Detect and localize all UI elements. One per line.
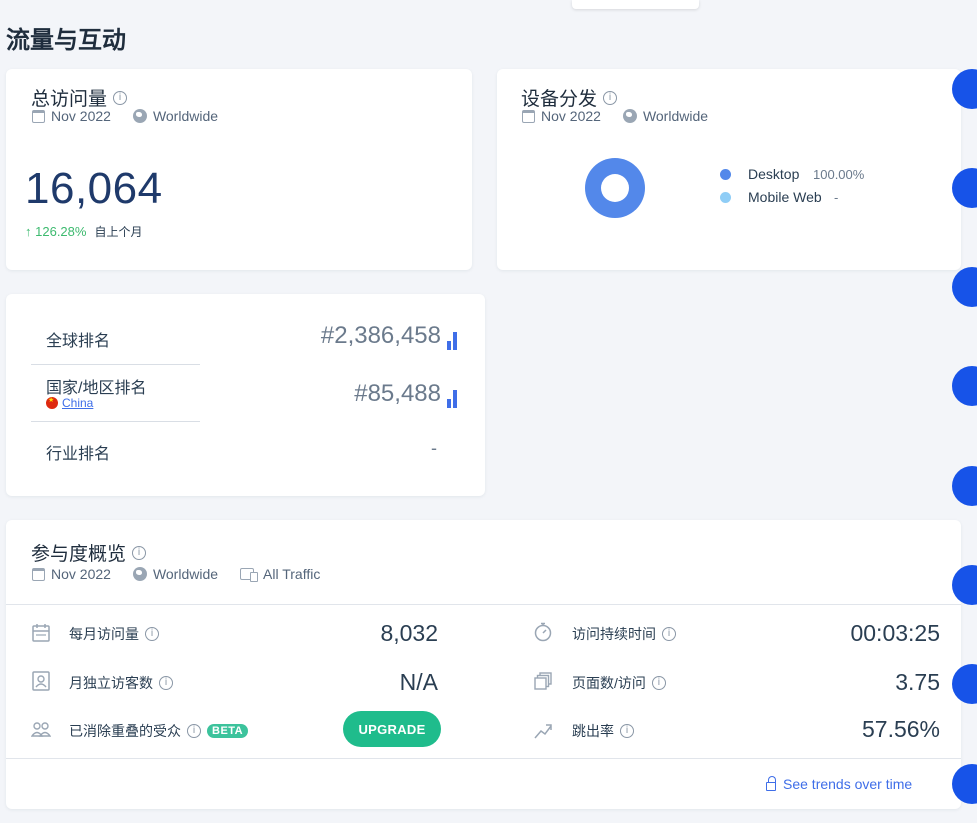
- legend-dot-desktop: [720, 168, 731, 180]
- globe-icon: [132, 567, 147, 581]
- monthly-visits-label: 每月访问量 i: [69, 624, 159, 644]
- upgrade-button[interactable]: UPGRADE: [343, 711, 441, 747]
- calendar-icon: [32, 567, 45, 581]
- side-tab[interactable]: [952, 267, 977, 307]
- industry-rank-label: 行业排名: [46, 446, 111, 463]
- dedup-audience-label: 已消除重叠的受众 i BETA: [69, 721, 249, 741]
- country-rank-number: #85,488: [354, 380, 441, 407]
- date-range: Nov 2022: [51, 566, 111, 582]
- monthly-visits-text: 每月访问量: [69, 626, 139, 642]
- region: Worldwide: [152, 108, 219, 124]
- side-tab[interactable]: [952, 366, 977, 406]
- visit-duration-text: 访问持续时间: [572, 626, 656, 642]
- legend-label: Mobile Web: [748, 189, 822, 205]
- beta-badge: BETA: [207, 724, 249, 738]
- info-icon[interactable]: i: [159, 676, 173, 690]
- dedup-audience-text: 已消除重叠的受众: [69, 723, 181, 739]
- legend-value: -: [834, 189, 839, 205]
- globe-icon: [622, 109, 637, 123]
- device-traffic-icon: [240, 568, 259, 582]
- legend-mobile: Mobile Web -: [720, 189, 838, 205]
- total-visits-title-text: 总访问量: [31, 89, 108, 110]
- info-icon[interactable]: i: [662, 627, 676, 641]
- country-rank-value: #85,488: [354, 380, 457, 408]
- bounce-rate-label: 跳出率 i: [572, 721, 634, 741]
- calendar-icon: [522, 109, 535, 123]
- rank-chart-icon[interactable]: [447, 330, 457, 350]
- monthly-visits-value: 8,032: [380, 620, 438, 646]
- global-rank-value: #2,386,458: [321, 322, 457, 350]
- industry-rank-value: -: [431, 438, 437, 458]
- region: Worldwide: [152, 566, 219, 582]
- change-percent: ↑ 126.28%: [25, 224, 87, 239]
- engagement-title: 参与度概览 i: [31, 539, 147, 566]
- legend-label: Desktop: [748, 166, 800, 182]
- globe-icon: [132, 109, 147, 123]
- total-visits-value: 16,064: [25, 164, 163, 213]
- date-range: Nov 2022: [541, 108, 601, 124]
- calendar-icon: [32, 624, 50, 642]
- info-icon[interactable]: i: [603, 90, 618, 105]
- info-icon[interactable]: i: [651, 676, 666, 690]
- engagement-meta: Nov 2022 Worldwide All Traffic: [32, 566, 320, 582]
- engagement-title-text: 参与度概览: [31, 544, 127, 565]
- visits-change: ↑ 126.28% 自上个月: [25, 223, 142, 240]
- divider: [31, 364, 200, 365]
- rank-chart-icon[interactable]: [447, 388, 457, 408]
- see-trends-link[interactable]: See trends over time: [766, 776, 912, 792]
- stopwatch-icon: [534, 622, 552, 642]
- device-meta: Nov 2022 Worldwide: [522, 108, 708, 124]
- date-range: Nov 2022: [51, 108, 111, 124]
- country-rank-label: 国家/地区排名: [46, 380, 147, 397]
- device-title: 设备分发 i: [521, 84, 618, 111]
- pages-per-visit-label: 页面数/访问 i: [572, 673, 666, 693]
- divider: [31, 421, 200, 422]
- pages-icon: [534, 672, 552, 690]
- change-since-label: 自上个月: [94, 225, 143, 239]
- region: Worldwide: [642, 108, 709, 124]
- unique-visitors-value: N/A: [399, 669, 438, 695]
- divider: [6, 758, 961, 759]
- bounce-rate-value: 57.56%: [861, 716, 940, 742]
- unique-visitors-text: 月独立访客数: [69, 675, 153, 691]
- see-trends-text: See trends over time: [783, 776, 913, 792]
- visitor-icon: [32, 671, 50, 691]
- global-rank-label: 全球排名: [46, 333, 111, 350]
- up-arrow-icon: ↑: [25, 224, 32, 239]
- top-floating-widget: [572, 0, 699, 9]
- divider: [6, 604, 961, 605]
- bounce-rate-icon: [534, 724, 552, 739]
- lock-icon: [766, 776, 776, 791]
- pages-per-visit-value: 3.75: [895, 669, 940, 695]
- total-visits-title: 总访问量 i: [31, 84, 128, 111]
- calendar-icon: [32, 109, 45, 123]
- device-title-text: 设备分发: [521, 89, 598, 110]
- device-donut-chart: [585, 158, 645, 218]
- legend-desktop: Desktop 100.00%: [720, 166, 864, 182]
- side-tab[interactable]: [952, 466, 977, 506]
- china-flag-icon: [46, 396, 58, 409]
- info-icon[interactable]: i: [187, 724, 201, 738]
- legend-dot-mobile: [720, 191, 731, 203]
- engagement-card: [6, 520, 961, 809]
- country-line: China: [46, 396, 93, 410]
- total-visits-meta: Nov 2022 Worldwide: [32, 108, 218, 124]
- info-icon[interactable]: i: [113, 90, 128, 105]
- info-icon[interactable]: i: [620, 724, 634, 738]
- pages-per-visit-text: 页面数/访问: [572, 675, 646, 691]
- info-icon[interactable]: i: [145, 627, 159, 641]
- global-rank-number: #2,386,458: [320, 322, 441, 349]
- country-link[interactable]: China: [62, 396, 93, 410]
- audience-icon: [31, 722, 51, 737]
- bounce-rate-text: 跳出率: [572, 723, 614, 739]
- visit-duration-label: 访问持续时间 i: [572, 624, 676, 644]
- unique-visitors-label: 月独立访客数 i: [69, 673, 173, 693]
- page-title: 流量与互动: [6, 27, 126, 54]
- visit-duration-value: 00:03:25: [850, 620, 940, 646]
- traffic-type: All Traffic: [263, 566, 321, 582]
- info-icon[interactable]: i: [132, 545, 147, 560]
- legend-value: 100.00%: [813, 166, 865, 182]
